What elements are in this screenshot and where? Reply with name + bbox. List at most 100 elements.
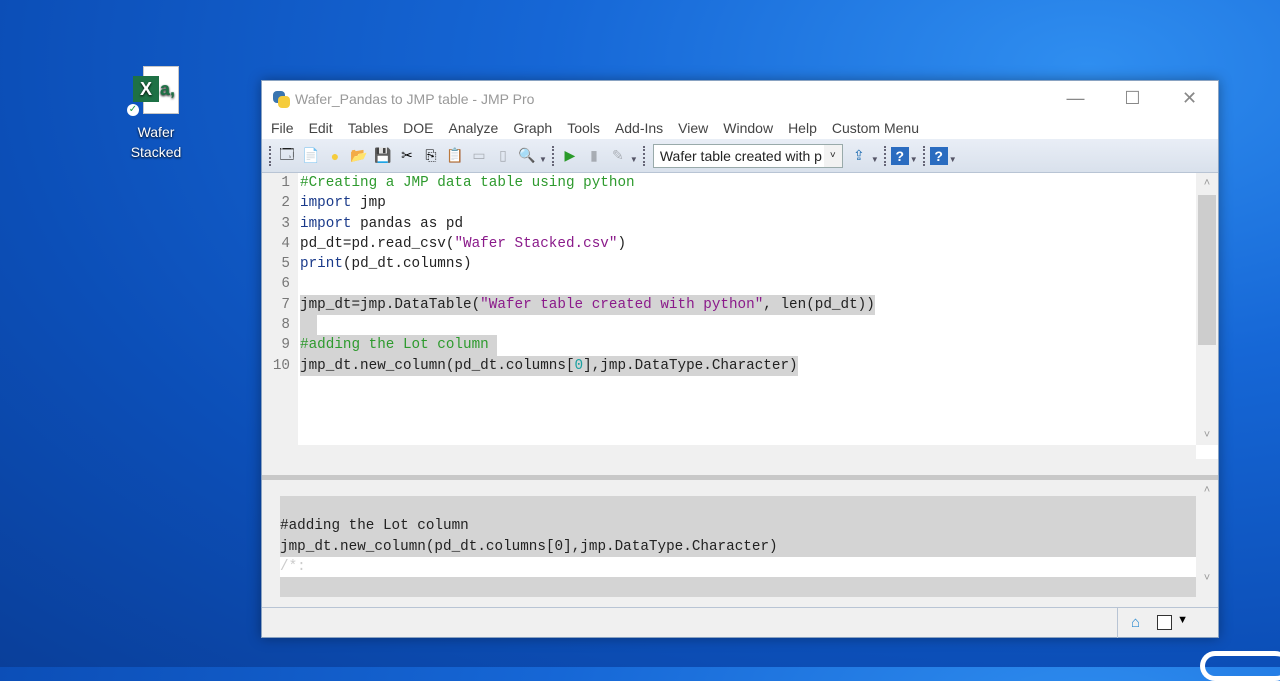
menu-help[interactable]: Help	[788, 120, 817, 136]
code-token: jmp	[351, 195, 386, 212]
line-number: 1	[281, 175, 290, 191]
toolbar-grip[interactable]	[642, 145, 646, 166]
log-vertical-scrollbar[interactable]: ˄ ˅	[1196, 480, 1218, 588]
code-text: print(pd_dt.columns)	[300, 254, 472, 274]
code-line[interactable]: 10 jmp_dt.new_column(pd_dt.columns[0],jmp…	[262, 355, 875, 376]
search-icon[interactable]: 🔍	[516, 145, 538, 167]
toolbar-grip[interactable]	[883, 145, 887, 166]
toolbar-dropdown-icon[interactable]: ▼	[949, 155, 957, 164]
maximize-button[interactable]: ☐	[1104, 81, 1161, 115]
line-number: 3	[281, 215, 290, 232]
toolbar-dropdown-icon[interactable]: ▼	[630, 155, 638, 164]
cut-icon[interactable]: ✂	[396, 145, 418, 167]
code-line[interactable]: 9 #adding the Lot column	[262, 335, 875, 356]
disabled-icon-2: ▯	[499, 147, 507, 163]
jmp-script-window: Wafer_Pandas to JMP table - JMP Pro — ☐ …	[261, 80, 1219, 638]
menu-custom-menu[interactable]: Custom Menu	[832, 120, 919, 136]
menu-view[interactable]: View	[678, 120, 708, 136]
code-text: import jmp	[300, 193, 386, 213]
log-line: jmp_dt.new_column(pd_dt.columns[0],jmp.D…	[280, 536, 1196, 557]
code-token: pd_dt=pd.read_csv(	[300, 235, 455, 252]
copy-icon[interactable]: ⎘	[420, 145, 442, 167]
new-script-icon[interactable]: 📄	[300, 145, 322, 167]
open-folder-icon[interactable]: 📂	[348, 145, 370, 167]
excel-letter: X	[133, 76, 159, 102]
toolbar-grip[interactable]	[551, 145, 555, 166]
code-token: import	[300, 195, 352, 212]
menu-edit[interactable]: Edit	[309, 120, 333, 136]
log-line	[280, 577, 1196, 598]
code-token: pandas as pd	[351, 215, 464, 232]
code-line[interactable]: 3 import pandas as pd	[262, 214, 875, 234]
log-pane[interactable]: #adding the Lot column jmp_dt.new_column(…	[262, 480, 1218, 606]
toolbar-dropdown-icon[interactable]: ▼	[539, 155, 547, 164]
menu-file[interactable]: File	[271, 120, 294, 136]
window-list-dropdown-icon[interactable]: ▼	[1177, 614, 1188, 626]
toolbar-grip[interactable]	[269, 145, 272, 166]
new-data-table-icon[interactable]: 🗔	[276, 145, 298, 167]
code-token: #adding the Lot column	[300, 337, 498, 354]
code-token: (pd_dt.columns)	[342, 256, 472, 273]
code-text	[300, 315, 318, 336]
code-token: #Creating a JMP data table using python	[300, 175, 635, 191]
scroll-down-icon[interactable]: ˅	[1196, 572, 1218, 584]
code-line[interactable]: 6	[262, 274, 875, 294]
close-button[interactable]: ✕	[1161, 81, 1218, 115]
editor-horizontal-scrollbar[interactable]	[262, 445, 1196, 459]
toolbar-dropdown-icon[interactable]: ▼	[871, 155, 879, 164]
menu-analyze[interactable]: Analyze	[449, 120, 499, 136]
toolbar-grip[interactable]	[922, 145, 926, 166]
desktop-icon-wafer-stacked[interactable]: a, X ✓ Wafer Stacked	[118, 66, 194, 162]
menu-tools[interactable]: Tools	[567, 120, 600, 136]
code-token: 0	[574, 357, 584, 374]
scroll-up-icon[interactable]: ˄	[1196, 177, 1218, 189]
code-text: jmp_dt=jmp.DataTable("Wafer table create…	[300, 294, 875, 316]
code-token: , len(pd_dt))	[763, 296, 875, 313]
python-icon	[271, 89, 291, 109]
line-number: 10	[272, 357, 290, 374]
code-text: jmp_dt.new_column(pd_dt.columns[0],jmp.D…	[300, 355, 798, 376]
menu-graph[interactable]: Graph	[513, 120, 552, 136]
help-icon[interactable]: ?	[890, 146, 909, 165]
code-token: ],jmp.DataType.Character)	[583, 357, 798, 374]
minimize-button[interactable]: —	[1047, 81, 1104, 115]
menu-add-ins[interactable]: Add-Ins	[615, 120, 663, 136]
excel-file-icon: a, X ✓	[127, 66, 179, 116]
menu-tables[interactable]: Tables	[348, 120, 388, 136]
scroll-down-icon[interactable]: ˅	[1196, 429, 1218, 441]
python-script-icon[interactable]: ●	[324, 145, 346, 167]
editor-vertical-scrollbar[interactable]: ˄ ˅	[1196, 173, 1218, 445]
line-number: 9	[281, 337, 290, 354]
disabled-icon-4: ✎	[612, 147, 624, 163]
code-line[interactable]: 7 jmp_dt=jmp.DataTable("Wafer table creat…	[262, 294, 875, 316]
data-table-select[interactable]: Wafer table created with p ˅	[652, 143, 843, 168]
window-list-icon[interactable]	[1157, 615, 1172, 630]
toolbar-dropdown-icon[interactable]: ▼	[910, 155, 918, 164]
code-line[interactable]: 5 print(pd_dt.columns)	[262, 254, 875, 274]
help-icon-2[interactable]: ?	[929, 146, 948, 165]
scroll-up-icon[interactable]: ˄	[1196, 484, 1218, 496]
home-icon[interactable]: ⌂	[1131, 614, 1140, 631]
script-editor[interactable]: 1 #Creating a JMP data table using python…	[262, 173, 1218, 459]
scrollbar-thumb[interactable]	[1198, 195, 1216, 345]
code-line[interactable]: 1 #Creating a JMP data table using python	[262, 173, 875, 193]
save-icon[interactable]: 💾	[372, 145, 394, 167]
code-token: import	[300, 215, 352, 232]
menu-doe[interactable]: DOE	[403, 120, 433, 136]
table-link-icon[interactable]: ⇪	[848, 145, 870, 167]
chevron-down-icon[interactable]: ˅	[823, 144, 842, 167]
menu-window[interactable]: Window	[723, 120, 773, 136]
code-token: )	[617, 235, 627, 252]
code-text: #adding the Lot column	[300, 335, 498, 356]
line-number: 6	[281, 276, 290, 293]
line-number: 8	[281, 317, 290, 334]
window-title: Wafer_Pandas to JMP table - JMP Pro	[295, 91, 535, 107]
paste-icon[interactable]: 📋	[444, 145, 466, 167]
code-line[interactable]: 8	[262, 315, 875, 336]
status-bar: ⌂ ▼	[262, 607, 1218, 638]
run-script-icon[interactable]: ▶	[559, 145, 581, 167]
code-line[interactable]: 4 pd_dt=pd.read_csv("Wafer Stacked.csv")	[262, 234, 875, 254]
menu-bar: File Edit Tables DOE Analyze Graph Tools Add-In…	[262, 117, 1218, 139]
code-line[interactable]: 2 import jmp	[262, 193, 875, 213]
